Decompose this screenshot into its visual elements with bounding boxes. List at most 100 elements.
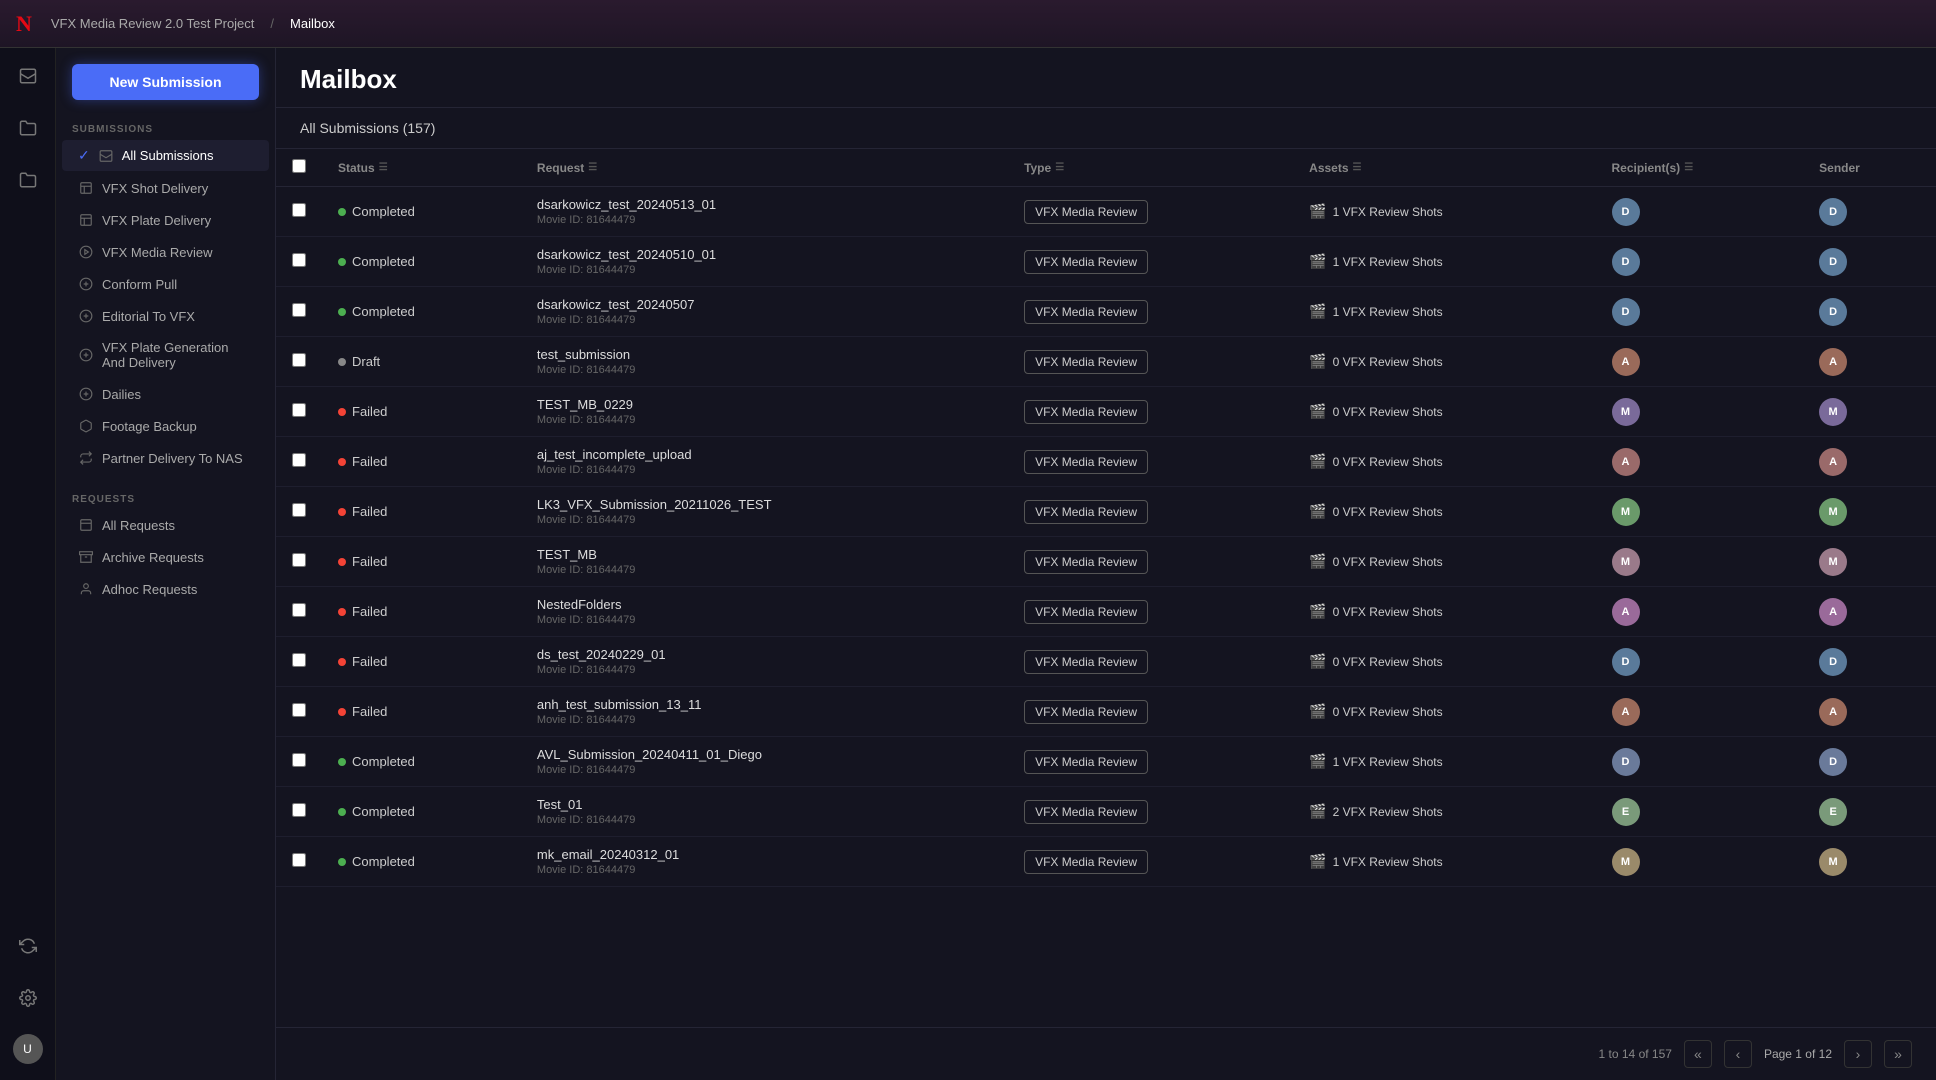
row-checkbox[interactable] — [292, 653, 306, 667]
sidebar-item-label: Archive Requests — [102, 550, 204, 565]
table-row[interactable]: Failed TEST_MB Movie ID: 81644479 VFX Me… — [276, 537, 1936, 587]
status-filter-icon[interactable]: ☰ — [379, 162, 388, 173]
row-checkbox[interactable] — [292, 703, 306, 717]
editorial-icon — [78, 308, 94, 324]
settings-icon[interactable] — [12, 982, 44, 1014]
pagination-next[interactable]: › — [1844, 1040, 1872, 1068]
type-badge: VFX Media Review — [1024, 600, 1148, 624]
request-filter-icon[interactable]: ☰ — [588, 162, 597, 173]
recipients-filter-icon[interactable]: ☰ — [1684, 162, 1693, 173]
request-name[interactable]: aj_test_incomplete_upload — [537, 447, 992, 462]
plate-gen-icon — [78, 347, 94, 363]
row-checkbox[interactable] — [292, 603, 306, 617]
sidebar-item-vfx-media-review[interactable]: VFX Media Review — [62, 237, 269, 267]
row-checkbox[interactable] — [292, 853, 306, 867]
table-row[interactable]: Completed dsarkowicz_test_20240507 Movie… — [276, 287, 1936, 337]
sidebar-item-all-requests[interactable]: All Requests — [62, 510, 269, 540]
request-name[interactable]: dsarkowicz_test_20240510_01 — [537, 247, 992, 262]
select-all-checkbox[interactable] — [292, 159, 306, 173]
assets-filter-icon[interactable]: ☰ — [1353, 162, 1362, 173]
sender-avatar: M — [1819, 848, 1847, 876]
request-name[interactable]: TEST_MB — [537, 547, 992, 562]
request-name[interactable]: NestedFolders — [537, 597, 992, 612]
request-name[interactable]: AVL_Submission_20240411_01_Diego — [537, 747, 992, 762]
sidebar-item-vfx-shot-delivery[interactable]: VFX Shot Delivery — [62, 173, 269, 203]
sidebar-item-dailies[interactable]: Dailies — [62, 379, 269, 409]
status-badge: Completed — [338, 254, 505, 269]
table-row[interactable]: Completed dsarkowicz_test_20240513_01 Mo… — [276, 187, 1936, 237]
assets-count: 1 VFX Review Shots — [1333, 855, 1443, 869]
request-name[interactable]: mk_email_20240312_01 — [537, 847, 992, 862]
table-row[interactable]: Failed NestedFolders Movie ID: 81644479 … — [276, 587, 1936, 637]
request-name[interactable]: test_submission — [537, 347, 992, 362]
pagination-last[interactable]: » — [1884, 1040, 1912, 1068]
pagination-prev[interactable]: ‹ — [1724, 1040, 1752, 1068]
sidebar-item-all-submissions[interactable]: ✓ All Submissions — [62, 140, 269, 171]
table-row[interactable]: Draft test_submission Movie ID: 81644479… — [276, 337, 1936, 387]
row-checkbox[interactable] — [292, 553, 306, 567]
recipient-avatar: M — [1612, 498, 1640, 526]
request-name[interactable]: dsarkowicz_test_20240513_01 — [537, 197, 992, 212]
sender-avatar-group: D — [1819, 648, 1920, 676]
row-checkbox[interactable] — [292, 753, 306, 767]
table-row[interactable]: Completed AVL_Submission_20240411_01_Die… — [276, 737, 1936, 787]
table-row[interactable]: Failed anh_test_submission_13_11 Movie I… — [276, 687, 1936, 737]
row-checkbox[interactable] — [292, 303, 306, 317]
row-checkbox[interactable] — [292, 203, 306, 217]
request-movie-id: Movie ID: 81644479 — [537, 364, 992, 376]
request-name[interactable]: ds_test_20240229_01 — [537, 647, 992, 662]
status-dot — [338, 408, 346, 416]
table-row[interactable]: Completed mk_email_20240312_01 Movie ID:… — [276, 837, 1936, 887]
request-name[interactable]: dsarkowicz_test_20240507 — [537, 297, 992, 312]
table-row[interactable]: Failed LK3_VFX_Submission_20211026_TEST … — [276, 487, 1936, 537]
sidebar-item-footage-backup[interactable]: Footage Backup — [62, 411, 269, 441]
sidebar-item-editorial-to-vfx[interactable]: Editorial To VFX — [62, 301, 269, 331]
sender-avatar: A — [1819, 598, 1847, 626]
sender-avatar-group: A — [1819, 598, 1920, 626]
sidebar-item-vfx-plate-gen[interactable]: VFX Plate Generation And Delivery — [62, 333, 269, 377]
sidebar-item-label: Conform Pull — [102, 277, 177, 292]
sidebar-item-conform-pull[interactable]: Conform Pull — [62, 269, 269, 299]
sidebar-item-vfx-plate-delivery[interactable]: VFX Plate Delivery — [62, 205, 269, 235]
inbox-icon[interactable] — [12, 60, 44, 92]
row-checkbox[interactable] — [292, 253, 306, 267]
row-checkbox[interactable] — [292, 503, 306, 517]
request-name[interactable]: anh_test_submission_13_11 — [537, 697, 992, 712]
assets-count: 0 VFX Review Shots — [1333, 405, 1443, 419]
request-name[interactable]: Test_01 — [537, 797, 992, 812]
table-row[interactable]: Failed ds_test_20240229_01 Movie ID: 816… — [276, 637, 1936, 687]
row-checkbox[interactable] — [292, 803, 306, 817]
sidebar-item-adhoc-requests[interactable]: Adhoc Requests — [62, 574, 269, 604]
sender-avatar: D — [1819, 748, 1847, 776]
type-filter-icon[interactable]: ☰ — [1055, 162, 1064, 173]
pagination-first[interactable]: « — [1684, 1040, 1712, 1068]
table-row[interactable]: Completed Test_01 Movie ID: 81644479 VFX… — [276, 787, 1936, 837]
table-row[interactable]: Failed aj_test_incomplete_upload Movie I… — [276, 437, 1936, 487]
folder2-icon[interactable] — [12, 164, 44, 196]
adhoc-icon — [78, 581, 94, 597]
user-avatar[interactable]: U — [13, 1034, 43, 1064]
recipient-avatar: D — [1612, 298, 1640, 326]
status-text: Completed — [352, 204, 415, 219]
sender-avatar-group: M — [1819, 398, 1920, 426]
status-badge: Completed — [338, 854, 505, 869]
sync-icon[interactable] — [12, 930, 44, 962]
row-checkbox[interactable] — [292, 403, 306, 417]
row-checkbox[interactable] — [292, 453, 306, 467]
request-name[interactable]: TEST_MB_0229 — [537, 397, 992, 412]
icon-rail: U — [0, 48, 56, 1080]
sidebar-item-partner-delivery[interactable]: Partner Delivery To NAS — [62, 443, 269, 473]
table-row[interactable]: Failed TEST_MB_0229 Movie ID: 81644479 V… — [276, 387, 1936, 437]
sidebar-item-archive-requests[interactable]: Archive Requests — [62, 542, 269, 572]
status-dot — [338, 758, 346, 766]
assets-cell: 🎬 0 VFX Review Shots — [1309, 553, 1579, 570]
folder-icon[interactable] — [12, 112, 44, 144]
status-badge: Failed — [338, 454, 505, 469]
recipients-col-header: Recipient(s) — [1612, 161, 1681, 175]
new-submission-button[interactable]: New Submission — [72, 64, 259, 100]
table-row[interactable]: Completed dsarkowicz_test_20240510_01 Mo… — [276, 237, 1936, 287]
request-name[interactable]: LK3_VFX_Submission_20211026_TEST — [537, 497, 992, 512]
assets-cell: 🎬 0 VFX Review Shots — [1309, 703, 1579, 720]
breadcrumb-project[interactable]: VFX Media Review 2.0 Test Project — [51, 16, 255, 31]
row-checkbox[interactable] — [292, 353, 306, 367]
